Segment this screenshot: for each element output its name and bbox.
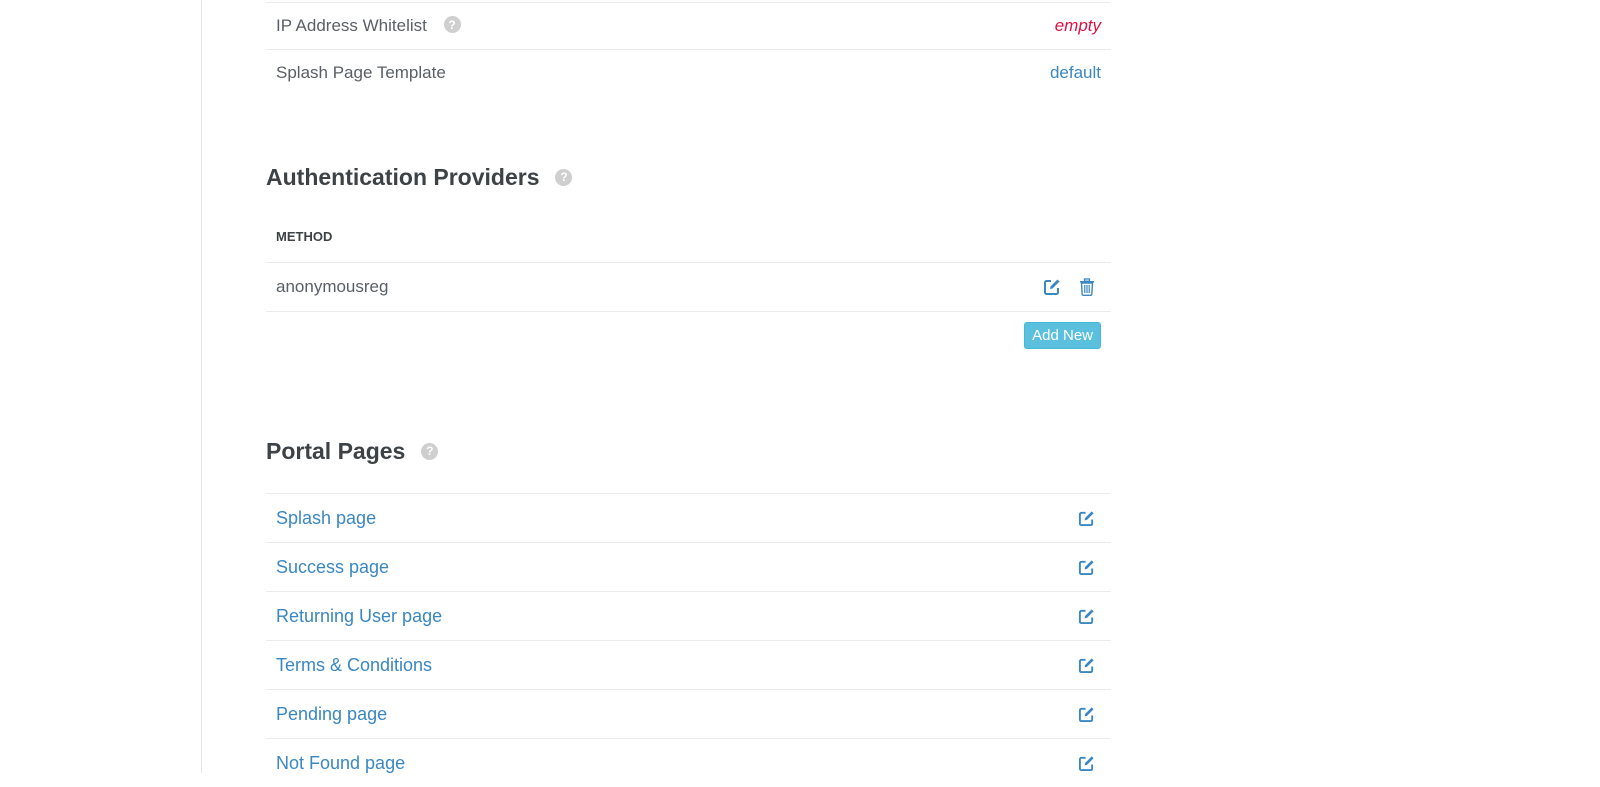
edit-icon[interactable] bbox=[1078, 755, 1095, 772]
edit-icon[interactable] bbox=[1078, 657, 1095, 674]
ip-whitelist-value[interactable]: empty bbox=[1055, 16, 1101, 36]
settings-row-ip-whitelist: IP Address Whitelist ? empty bbox=[266, 2, 1111, 49]
edit-icon[interactable] bbox=[1078, 608, 1095, 625]
splash-template-value[interactable]: default bbox=[1050, 63, 1101, 83]
list-item: Pending page bbox=[266, 689, 1111, 738]
question-circle-icon[interactable]: ? bbox=[555, 168, 573, 186]
portal-pages-list: Splash page Success page Returning User … bbox=[266, 493, 1111, 787]
settings-table: IP Address Whitelist ? empty Splash Page… bbox=[266, 2, 1111, 96]
method-column-header: METHOD bbox=[276, 228, 333, 244]
splash-template-label: Splash Page Template bbox=[276, 63, 446, 82]
list-item: Returning User page bbox=[266, 591, 1111, 640]
auth-providers-table: METHOD anonymousreg Add New bbox=[266, 218, 1111, 349]
portal-pages-title: Portal Pages bbox=[266, 437, 406, 464]
table-row: anonymousreg bbox=[266, 262, 1111, 311]
portal-page-link-not-found[interactable]: Not Found page bbox=[276, 753, 405, 774]
provider-method: anonymousreg bbox=[276, 277, 389, 296]
portal-page-link-pending[interactable]: Pending page bbox=[276, 704, 387, 725]
list-item: Terms & Conditions bbox=[266, 640, 1111, 689]
question-circle-icon[interactable]: ? bbox=[421, 442, 439, 460]
ip-whitelist-label: IP Address Whitelist bbox=[276, 16, 427, 35]
list-item: Splash page bbox=[266, 493, 1111, 542]
settings-row-splash-template: Splash Page Template default bbox=[266, 49, 1111, 96]
portal-pages-section: Portal Pages ? bbox=[266, 436, 1111, 466]
trash-icon[interactable] bbox=[1079, 278, 1095, 296]
question-circle-icon[interactable]: ? bbox=[443, 16, 461, 34]
edit-icon[interactable] bbox=[1078, 706, 1095, 723]
edit-icon[interactable] bbox=[1043, 278, 1061, 296]
edit-icon[interactable] bbox=[1078, 510, 1095, 527]
portal-page-link-terms[interactable]: Terms & Conditions bbox=[276, 655, 432, 676]
auth-providers-title: Authentication Providers bbox=[266, 163, 540, 190]
portal-page-link-returning-user[interactable]: Returning User page bbox=[276, 606, 442, 627]
auth-providers-section: Authentication Providers ? bbox=[266, 162, 1111, 192]
add-new-provider-button[interactable]: Add New bbox=[1024, 322, 1101, 349]
sidebar-divider bbox=[201, 0, 202, 773]
edit-icon[interactable] bbox=[1078, 559, 1095, 576]
list-item: Not Found page bbox=[266, 738, 1111, 787]
list-item: Success page bbox=[266, 542, 1111, 591]
portal-page-link-splash[interactable]: Splash page bbox=[276, 508, 376, 529]
portal-page-link-success[interactable]: Success page bbox=[276, 557, 389, 578]
